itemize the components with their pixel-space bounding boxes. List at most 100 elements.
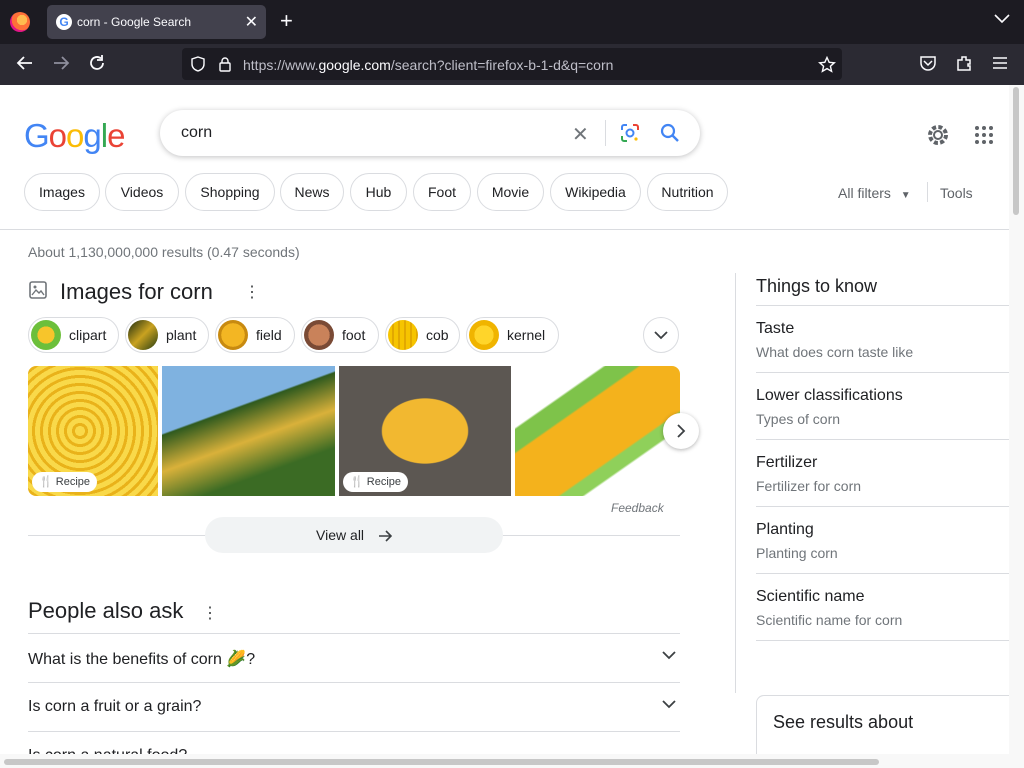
paa-question[interactable]: What is the benefits of corn 🌽? [28, 633, 680, 682]
image-chip-cob[interactable]: cob [385, 317, 460, 353]
things-to-know-item[interactable]: Taste What does corn taste like [756, 305, 1009, 372]
tools-button[interactable]: Tools [940, 185, 973, 201]
item-title: Lower classifications [756, 387, 903, 404]
chip-wikipedia[interactable]: Wikipedia [550, 173, 641, 211]
image-chip-kernel[interactable]: kernel [466, 317, 559, 353]
arrow-right-icon [378, 530, 393, 542]
expand-image-chips-button[interactable] [643, 317, 679, 353]
view-all-button[interactable]: View all [205, 517, 503, 553]
recipe-label: Recipe [366, 476, 402, 488]
things-to-know-item[interactable]: Fertilizer Fertilizer for corn [756, 439, 1009, 506]
vertical-scroll-thumb[interactable] [1013, 87, 1019, 215]
corn-image-1[interactable]: 🍴 Recipe [28, 366, 158, 496]
chip-hub[interactable]: Hub [350, 173, 407, 211]
plant-thumbnail [128, 320, 158, 350]
browser-tab[interactable]: G corn - Google Search ✕ [47, 5, 266, 39]
recipe-badge: 🍴 Recipe [343, 472, 409, 492]
people-also-ask-title: People also ask [28, 598, 184, 623]
chip-nutrition[interactable]: Nutrition [647, 173, 728, 211]
images-section-title[interactable]: Images for corn [60, 279, 213, 305]
google-lens-icon[interactable] [620, 123, 640, 143]
cob-thumbnail [388, 320, 418, 350]
all-filters-button[interactable]: All filters ▼ [838, 185, 911, 201]
firefox-menu-icon[interactable] [10, 12, 30, 32]
extensions-icon[interactable] [955, 54, 973, 72]
corn-image-4[interactable] [515, 366, 680, 496]
chip-foot[interactable]: Foot [413, 173, 471, 211]
kernel-thumbnail [469, 320, 499, 350]
url-path: /search?client=firefox-b-1-d&q=corn [390, 57, 614, 73]
tab-bar: G corn - Google Search ✕ + [0, 0, 1024, 44]
chevron-down-icon [662, 651, 676, 660]
result-stats: About 1,130,000,000 results (0.47 second… [28, 244, 300, 260]
url-prefix: https://www. [243, 57, 319, 73]
image-chip-field[interactable]: field [215, 317, 295, 353]
vertical-scrollbar[interactable] [1009, 85, 1024, 768]
clear-search-icon[interactable]: ✕ [572, 122, 589, 147]
item-subtitle: Planting corn [756, 545, 838, 561]
corn-image-2[interactable] [162, 366, 335, 496]
image-chip-label: plant [166, 327, 197, 343]
dropdown-arrow-icon: ▼ [900, 190, 911, 201]
chip-videos[interactable]: Videos [105, 173, 179, 211]
search-input[interactable]: corn [181, 124, 212, 142]
google-logo[interactable]: Google [24, 117, 125, 155]
right-panel-divider [735, 273, 736, 693]
back-icon[interactable] [16, 54, 34, 72]
next-images-button[interactable] [663, 413, 699, 449]
things-to-know-item[interactable]: Planting Planting corn [756, 506, 1009, 573]
lock-icon[interactable] [218, 56, 232, 72]
image-chip-plant[interactable]: plant [125, 317, 209, 353]
settings-gear-icon[interactable] [926, 123, 950, 147]
more-options-icon[interactable]: ⋮ [202, 603, 218, 623]
image-chip-label: field [256, 327, 282, 343]
address-bar[interactable]: https://www.google.com/search?client=fir… [182, 48, 842, 80]
filter-divider [927, 182, 928, 202]
search-divider [605, 120, 606, 146]
recipe-label: Recipe [55, 476, 91, 488]
chip-shopping[interactable]: Shopping [185, 173, 275, 211]
chevron-right-icon [677, 424, 686, 438]
item-title: Fertilizer [756, 454, 818, 471]
google-favicon-icon: G [56, 14, 72, 30]
navigation-toolbar: https://www.google.com/search?client=fir… [0, 44, 1024, 85]
forward-icon[interactable] [52, 54, 70, 72]
search-icon[interactable] [660, 123, 680, 143]
shield-icon[interactable] [190, 56, 206, 72]
url-text[interactable]: https://www.google.com/search?client=fir… [243, 57, 613, 73]
feedback-link[interactable]: Feedback [611, 501, 664, 515]
image-chip-label: foot [342, 327, 366, 343]
new-tab-icon[interactable]: + [280, 9, 293, 33]
google-apps-icon[interactable] [975, 126, 993, 144]
chip-news[interactable]: News [280, 173, 344, 211]
pocket-icon[interactable] [919, 54, 937, 72]
bookmark-star-icon[interactable] [818, 56, 836, 74]
chevron-down-icon [654, 331, 668, 340]
things-to-know-item[interactable]: Scientific name Scientific name for corn [756, 573, 1009, 641]
paa-question[interactable]: Is corn a fruit or a grain? [28, 682, 680, 731]
hamburger-menu-icon[interactable] [991, 54, 1009, 72]
image-chip-foot[interactable]: foot [301, 317, 379, 353]
things-to-know-item[interactable]: Lower classifications Types of corn [756, 372, 1009, 439]
foot-thumbnail [304, 320, 334, 350]
paa-question-text: What is the benefits of corn 🌽? [28, 651, 256, 668]
reload-icon[interactable] [88, 54, 106, 72]
item-title: Taste [756, 320, 795, 337]
item-subtitle: Scientific name for corn [756, 612, 903, 628]
close-tab-icon[interactable]: ✕ [245, 12, 258, 32]
list-all-tabs-icon[interactable] [994, 10, 1010, 26]
search-box[interactable]: corn ✕ [160, 110, 700, 156]
url-domain: google.com [318, 57, 391, 73]
chip-images[interactable]: Images [24, 173, 100, 211]
chip-movie[interactable]: Movie [477, 173, 544, 211]
header-divider [0, 229, 1009, 230]
item-subtitle: Fertilizer for corn [756, 478, 862, 494]
corn-image-3[interactable]: 🍴 Recipe [339, 366, 511, 496]
horizontal-scroll-thumb[interactable] [4, 759, 879, 765]
all-filters-label: All filters [838, 185, 891, 201]
google-results-page: Google corn ✕ Images Videos Shopping New… [0, 85, 1009, 768]
chevron-down-icon [662, 700, 676, 709]
horizontal-scrollbar[interactable] [0, 754, 1009, 768]
more-options-icon[interactable]: ⋮ [244, 282, 260, 302]
image-chip-clipart[interactable]: clipart [28, 317, 119, 353]
